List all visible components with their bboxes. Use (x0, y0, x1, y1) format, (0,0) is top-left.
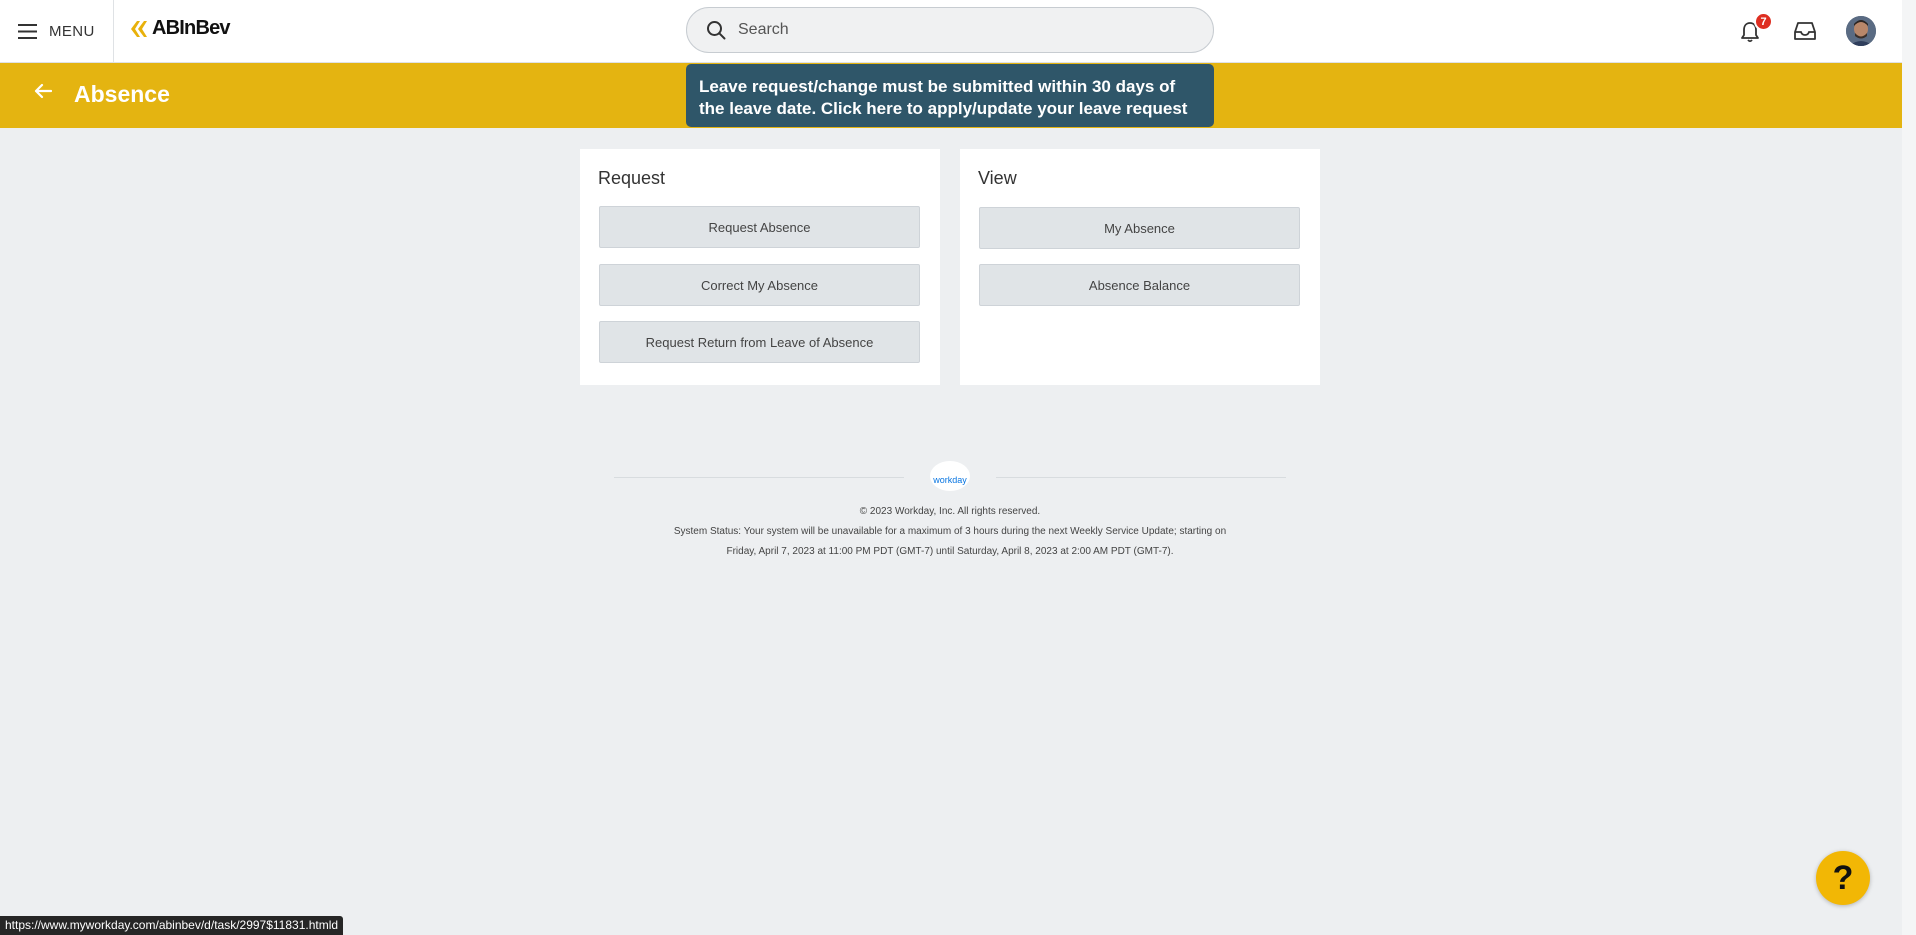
copyright-text: © 2023 Workday, Inc. All rights reserved… (859, 506, 1041, 517)
request-return-from-leave-button[interactable]: Request Return from Leave of Absence (599, 321, 920, 363)
help-button[interactable]: ? (1816, 851, 1870, 905)
notifications-button[interactable]: 7 (1738, 12, 1773, 44)
request-card: Request Request Absence Correct My Absen… (580, 149, 940, 385)
system-status-line-1: System Status: Your system will be unava… (673, 526, 1227, 537)
leave-request-announcement-banner[interactable]: Leave request/change must be submitted w… (686, 64, 1214, 127)
footer-divider-right (996, 477, 1286, 478)
user-photo-icon (1846, 16, 1876, 46)
view-card: View My Absence Absence Balance (960, 149, 1320, 385)
page-title: Absence (74, 81, 170, 107)
arrow-left-icon (34, 83, 52, 99)
search-input[interactable] (736, 20, 1180, 40)
page-scrollbar[interactable] (1902, 0, 1916, 935)
abinbev-logo-icon (129, 20, 149, 38)
menu-label: MENU (49, 22, 95, 40)
workday-logo: workday (930, 461, 970, 491)
correct-my-absence-button[interactable]: Correct My Absence (599, 264, 920, 306)
top-navigation-bar: MENU ABInBev 7 (0, 0, 1902, 63)
hamburger-icon (18, 23, 37, 39)
browser-status-url: https://www.myworkday.com/abinbev/d/task… (0, 916, 344, 935)
footer-divider-left (614, 477, 904, 478)
brand-name: ABInBev (152, 17, 231, 39)
request-absence-button[interactable]: Request Absence (599, 206, 920, 248)
system-status-line-2: Friday, April 7, 2023 at 11:00 PM PDT (G… (726, 546, 1174, 557)
menu-button[interactable]: MENU (18, 18, 95, 44)
topbar-divider (113, 0, 114, 62)
my-absence-button[interactable]: My Absence (979, 207, 1300, 249)
back-button[interactable] (34, 83, 52, 99)
workday-logo-text: workday (933, 475, 967, 485)
user-avatar[interactable] (1846, 16, 1876, 46)
inbox-button[interactable] (1793, 20, 1817, 42)
brand-logo[interactable]: ABInBev (129, 17, 231, 40)
view-card-title: View (978, 168, 1017, 188)
request-card-title: Request (598, 168, 666, 188)
notification-count-badge: 7 (1754, 12, 1773, 31)
absence-balance-button[interactable]: Absence Balance (979, 264, 1300, 306)
search-icon (706, 20, 726, 40)
inbox-icon (1794, 21, 1816, 41)
search-bar[interactable] (686, 7, 1214, 53)
